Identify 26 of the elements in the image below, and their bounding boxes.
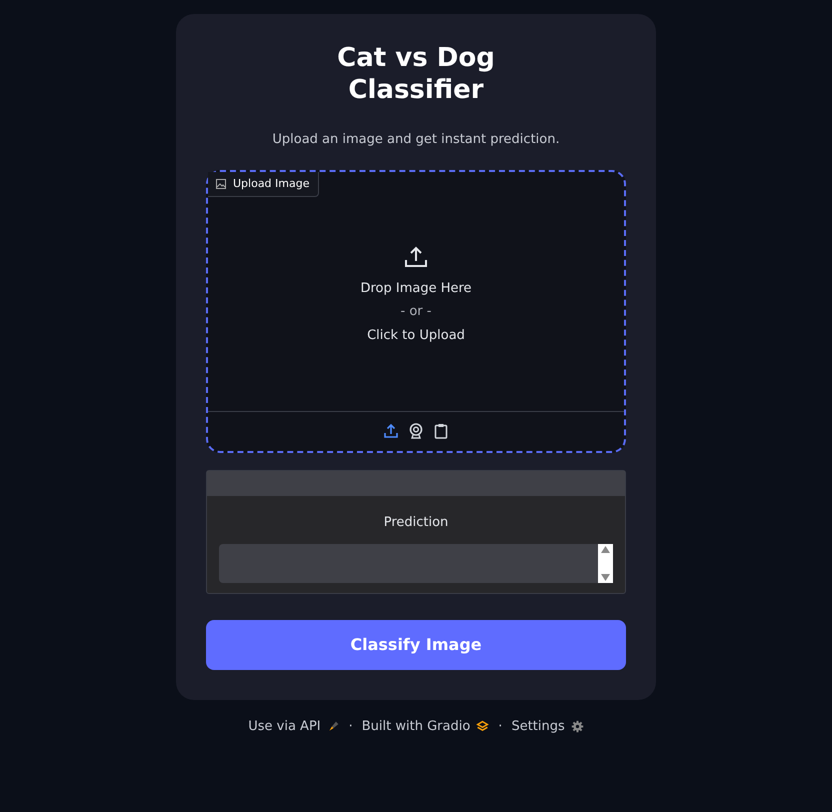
prediction-label: Prediction [382,514,450,532]
upload-label: Upload Image [233,176,310,192]
drop-text: Drop Image Here [360,280,472,298]
separator-dot: · [348,718,353,736]
footer-link[interactable]: Settings [511,717,584,736]
scroll-up-icon[interactable] [601,546,610,553]
clipboard-source-button[interactable] [433,423,449,439]
rocket-icon [326,720,340,734]
upload-source-button[interactable] [383,423,399,439]
description: Upload an image and get instant prediction. [271,131,561,149]
footer-link[interactable]: Built with Gradio [362,717,490,736]
image-drop-zone[interactable]: Upload Image Drop Image Here - or - Click to Upload [206,170,626,452]
app-title: Cat vs Dog Classifier [336,42,496,106]
footer-link[interactable]: Use via API [248,717,340,736]
classify-button[interactable]: Classify Image [206,620,626,670]
prediction-field[interactable] [219,544,613,583]
upload-icon [404,244,428,269]
separator-dot: · [498,718,502,736]
click-to-upload-text: Click to Upload [367,326,465,345]
settings-icon [570,720,584,734]
webcam-source-button[interactable] [408,423,424,439]
layers-icon [476,720,490,734]
or-text: - or - [400,303,432,322]
image-icon [216,178,226,189]
scroll-down-icon[interactable] [601,574,610,581]
scrollbar[interactable] [598,544,613,583]
